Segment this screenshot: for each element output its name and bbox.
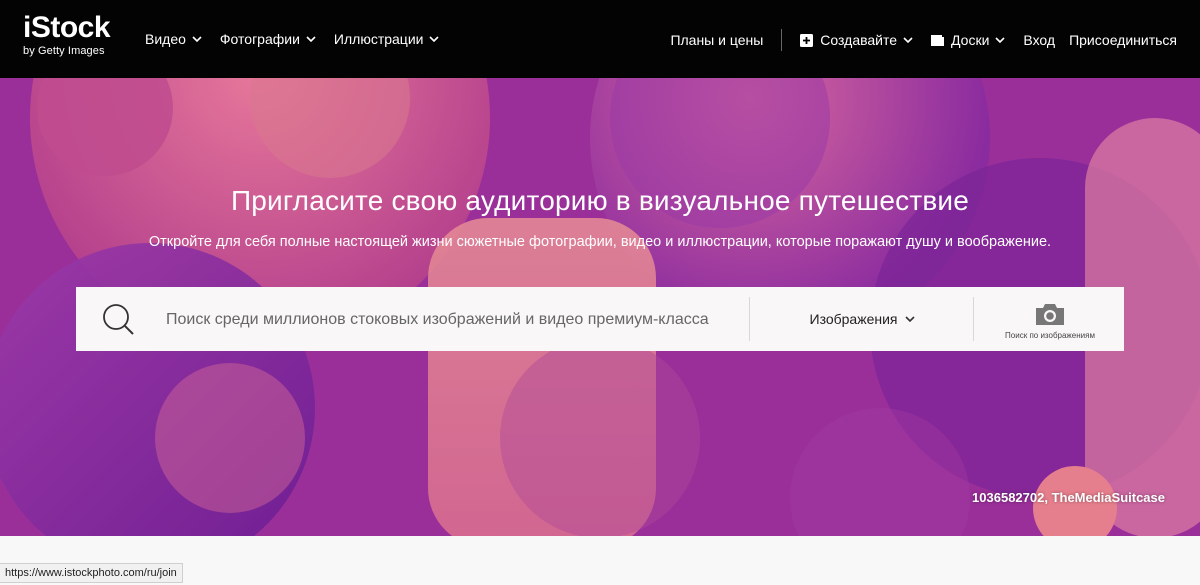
boards-menu[interactable]: Доски [931, 30, 1005, 50]
join-link[interactable]: Присоединиться [1069, 30, 1177, 50]
camera-icon [1036, 304, 1064, 325]
plans-link[interactable]: Планы и цены [670, 30, 763, 50]
create-menu[interactable]: Создавайте [800, 30, 913, 50]
main-nav: Видео Фотографии Иллюстрации [145, 29, 440, 49]
search-icon[interactable] [100, 301, 136, 337]
media-type-label: Изображения [809, 311, 898, 327]
plus-square-icon [800, 33, 814, 47]
hero-subtitle: Откройте для себя полные настоящей жизни… [148, 234, 1052, 250]
login-link[interactable]: Вход [1023, 30, 1055, 50]
istock-logo[interactable]: iStock by Getty Images [23, 11, 111, 58]
status-bar-url: https://www.istockphoto.com/ru/join [0, 563, 183, 583]
logo-text: iStock [23, 11, 111, 44]
hero-title: Пригласите свою аудиторию в визуальное п… [230, 185, 970, 216]
logo-tagline: by Getty Images [23, 45, 105, 57]
nav-video-label: Видео [145, 31, 186, 47]
chevron-down-icon [995, 37, 1005, 44]
chevron-down-icon [429, 36, 440, 43]
nav-photos[interactable]: Фотографии [220, 29, 316, 49]
media-type-dropdown[interactable]: Изображения [752, 287, 972, 351]
nav-photos-label: Фотографии [219, 31, 300, 47]
chevron-down-icon [903, 37, 913, 44]
nav-divider [781, 29, 783, 51]
nav-illustrations[interactable]: Иллюстрации [334, 29, 440, 49]
image-credit: 1036582702, TheMediaSuitcase [972, 490, 1165, 505]
create-menu-label: Создавайте [820, 32, 898, 48]
boards-icon [931, 34, 945, 46]
hero-banner: Пригласите свою аудиторию в визуальное п… [0, 78, 1200, 536]
search-bar: Изображения Поиск по изображениям [76, 287, 1124, 351]
chevron-down-icon [306, 36, 316, 43]
account-nav: Планы и цены Создавайте Доски Вход Присо… [670, 29, 1177, 51]
search-divider [973, 297, 974, 341]
visual-search-label: Поиск по изображениям [1005, 331, 1095, 340]
search-input[interactable] [164, 303, 738, 337]
visual-search-button[interactable]: Поиск по изображениям [976, 287, 1124, 351]
nav-illustrations-label: Иллюстрации [333, 31, 424, 47]
chevron-down-icon [192, 36, 202, 43]
boards-menu-label: Доски [951, 32, 990, 48]
nav-video[interactable]: Видео [145, 29, 202, 49]
top-navigation-bar: iStock by Getty Images Видео Фотографии … [0, 0, 1200, 78]
chevron-down-icon [904, 316, 915, 323]
search-divider [749, 297, 750, 341]
